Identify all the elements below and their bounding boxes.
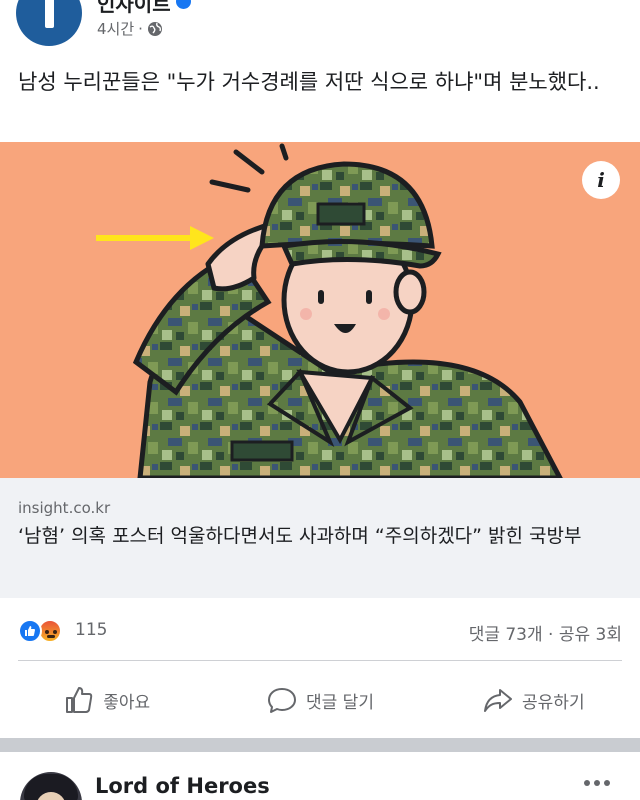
soldier-illustration	[96, 143, 563, 478]
action-bar: 좋아요 댓글 달기 공유하기	[0, 664, 640, 736]
like-button[interactable]: 좋아요	[0, 664, 213, 736]
link-preview-image[interactable]: i	[0, 142, 640, 478]
like-reaction-icon[interactable]	[18, 619, 42, 643]
comment-share-count[interactable]: 댓글 73개 · 공유 3회	[469, 620, 622, 645]
comment-label: 댓글 달기	[306, 692, 374, 713]
post-meta: 4시간 ·	[97, 18, 163, 39]
share-arrow-icon	[484, 689, 513, 712]
info-icon[interactable]: i	[582, 161, 620, 199]
reactions-row: 115 댓글 73개 · 공유 3회	[0, 612, 640, 652]
page-avatar[interactable]	[16, 0, 82, 46]
next-post-page-name[interactable]: Lord of Heroes	[95, 774, 270, 798]
post-text: 남성 누리꾼들은 "누가 거수경례를 저딴 식으로 하냐"며 분노했다..	[18, 70, 600, 94]
meta-separator: ·	[138, 19, 143, 38]
globe-icon	[147, 21, 162, 36]
post-header: 인사이트 4시간 ·	[0, 0, 640, 56]
more-dots-icon[interactable]	[584, 780, 610, 786]
divider	[18, 660, 622, 661]
like-label: 좋아요	[103, 692, 151, 713]
reaction-count[interactable]: 115	[75, 620, 107, 640]
feed-separator	[0, 738, 640, 752]
comment-button[interactable]: 댓글 달기	[213, 664, 426, 736]
share-label: 공유하기	[522, 692, 585, 713]
speech-bubble-icon	[268, 688, 296, 713]
link-domain: insight.co.kr	[18, 499, 111, 517]
link-preview-caption[interactable]: insight.co.kr ‘남혐’ 의혹 포스터 억울하다면서도 사과하며 “…	[0, 478, 640, 598]
verified-badge-icon	[176, 0, 191, 9]
page-name[interactable]: 인사이트	[97, 0, 171, 17]
share-button[interactable]: 공유하기	[427, 664, 640, 736]
next-post-avatar[interactable]	[20, 772, 82, 800]
thumbs-up-icon	[66, 687, 93, 713]
next-post-header: Lord of Heroes	[0, 752, 640, 800]
post-time[interactable]: 4시간	[97, 18, 134, 39]
link-title: ‘남혐’ 의혹 포스터 억울하다면서도 사과하며 “주의하겠다” 밝힌 국방부	[18, 525, 582, 547]
